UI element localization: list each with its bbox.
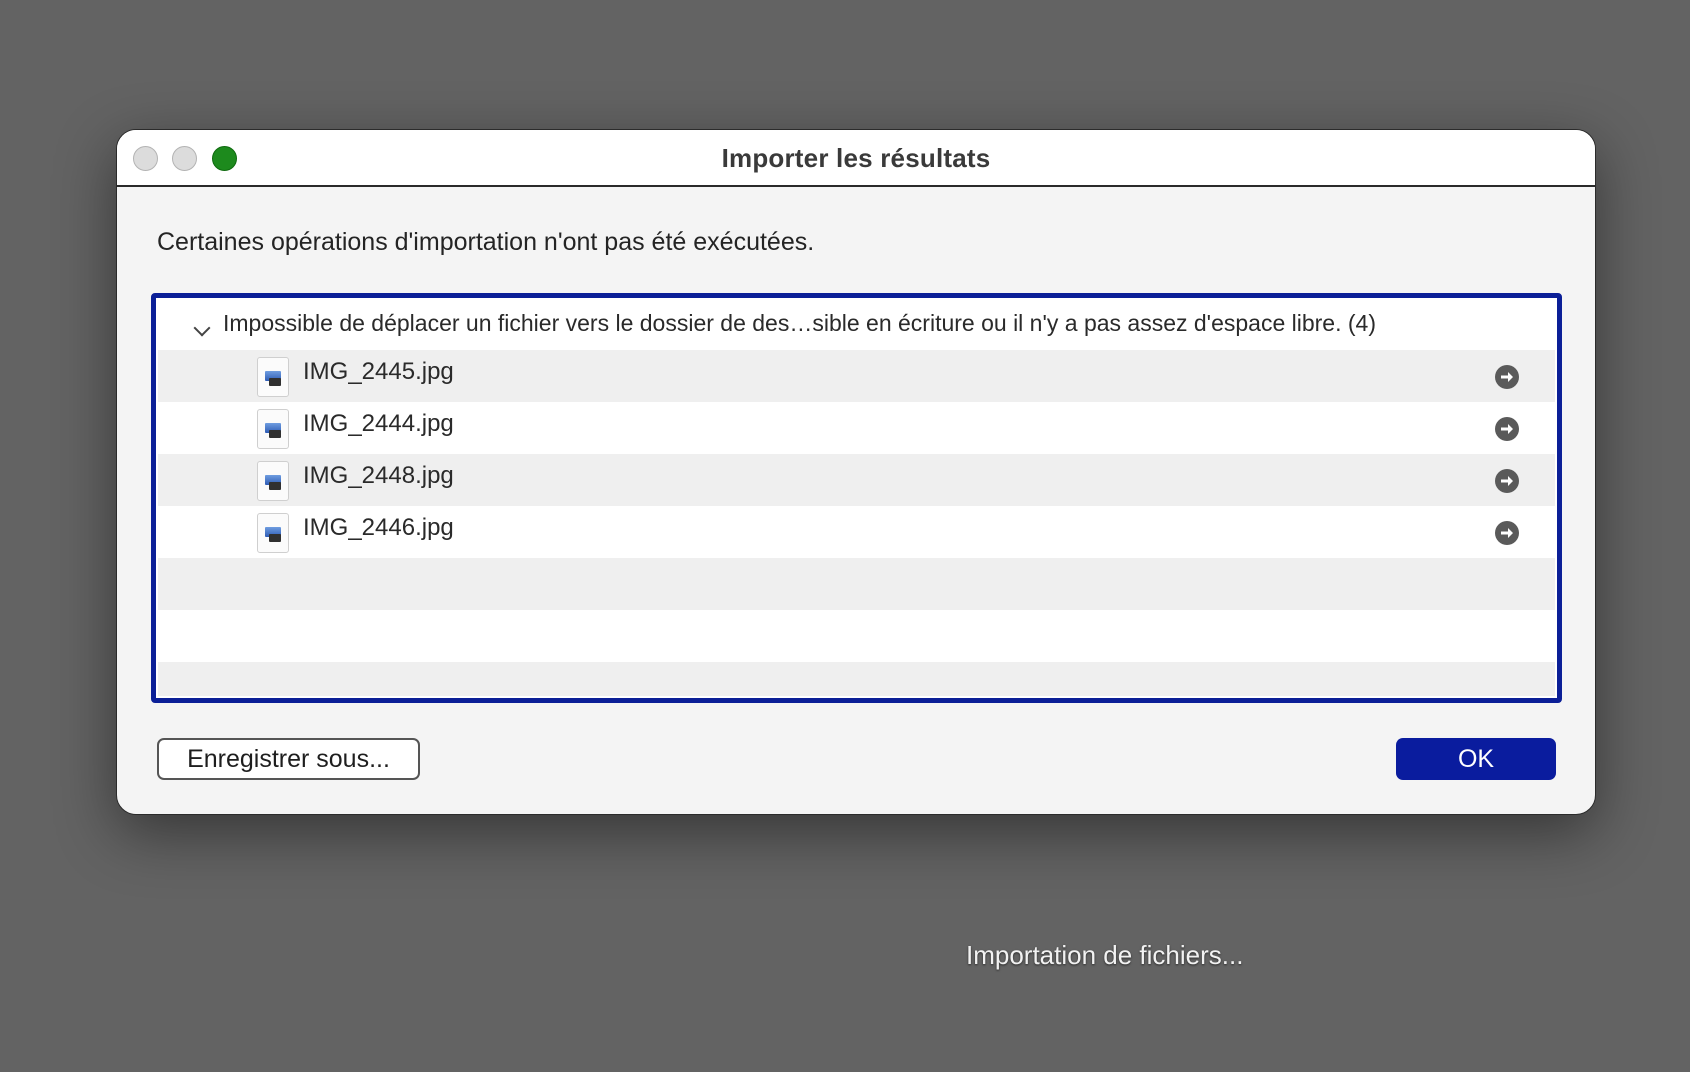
file-row[interactable]: IMG_2445.jpg (158, 350, 1555, 402)
empty-row (158, 662, 1555, 696)
reveal-arrow-icon[interactable] (1495, 365, 1519, 389)
file-name: IMG_2445.jpg (303, 358, 454, 385)
file-row[interactable]: IMG_2444.jpg (158, 402, 1555, 454)
chevron-down-icon[interactable] (193, 319, 211, 337)
empty-row (158, 558, 1555, 610)
file-row[interactable]: IMG_2448.jpg (158, 454, 1555, 506)
reveal-arrow-icon[interactable] (1495, 469, 1519, 493)
file-name: IMG_2446.jpg (303, 514, 454, 541)
dialog-message: Certaines opérations d'importation n'ont… (157, 228, 815, 256)
results-list[interactable]: Impossible de déplacer un fichier vers l… (151, 293, 1562, 703)
empty-row (158, 610, 1555, 662)
jpg-file-icon (257, 461, 289, 501)
import-status-text: Importation de fichiers... (966, 940, 1244, 970)
reveal-arrow-icon[interactable] (1495, 417, 1519, 441)
file-name: IMG_2448.jpg (303, 462, 454, 489)
jpg-file-icon (257, 513, 289, 553)
save-as-button[interactable]: Enregistrer sous... (157, 738, 420, 780)
error-group-label: Impossible de déplacer un fichier vers l… (223, 310, 1376, 336)
title-bar: Importer les résultats (117, 130, 1595, 187)
jpg-file-icon (257, 357, 289, 397)
ok-button[interactable]: OK (1396, 738, 1556, 780)
jpg-file-icon (257, 409, 289, 449)
reveal-arrow-icon[interactable] (1495, 521, 1519, 545)
import-results-dialog: Importer les résultats Certaines opérati… (116, 129, 1596, 815)
dialog-title: Importer les résultats (721, 143, 991, 173)
error-group-row[interactable]: Impossible de déplacer un fichier vers l… (158, 300, 1555, 350)
file-name: IMG_2444.jpg (303, 410, 454, 437)
file-row[interactable]: IMG_2446.jpg (158, 506, 1555, 558)
